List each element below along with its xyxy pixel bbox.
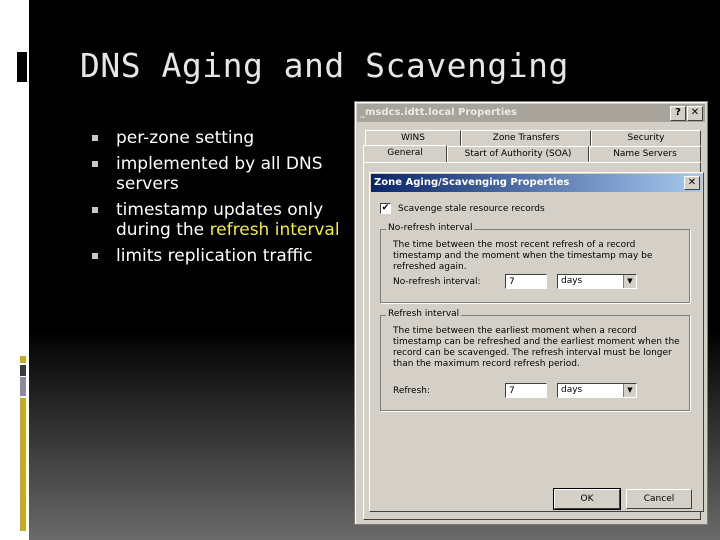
refresh-field-label: Refresh: (393, 386, 431, 396)
scavenge-checkbox[interactable]: ✔ (380, 203, 391, 214)
tab-name-servers[interactable]: Name Servers (589, 146, 701, 162)
dialog-titlebar: Zone Aging/Scavenging Properties (371, 174, 702, 192)
accent-bar-main (20, 398, 26, 531)
dropdown-arrow-icon[interactable]: ▼ (623, 275, 636, 288)
bullet-square-icon (92, 207, 98, 213)
bullet-list: per-zone setting implemented by all DNS … (92, 128, 342, 272)
accent-bar-grey (20, 377, 26, 396)
no-refresh-description: The time between the most recent refresh… (393, 240, 653, 272)
highlighted-term: refresh interval (209, 220, 340, 240)
bullet-item: limits replication traffic (92, 246, 342, 266)
refresh-group-label: Refresh interval (386, 309, 462, 319)
tab-security[interactable]: Security (591, 130, 701, 146)
dialog-title: Zone Aging/Scavenging Properties (374, 177, 570, 188)
no-refresh-field-label: No-refresh interval: (393, 277, 481, 287)
window-titlebar: _msdcs.idtt.local Properties ? ✕ (357, 104, 705, 122)
bullet-item: timestamp updates only during the refres… (92, 200, 342, 240)
cancel-button[interactable]: Cancel (626, 489, 692, 509)
accent-bar-top (20, 356, 26, 363)
no-refresh-group: No-refresh interval The time between the… (380, 223, 690, 303)
accent-bar-dark (20, 365, 26, 376)
bullet-item: per-zone setting (92, 128, 342, 148)
tab-start-of-authority[interactable]: Start of Authority (SOA) (447, 146, 589, 162)
tab-general[interactable]: General (363, 145, 447, 163)
tab-zone-transfers[interactable]: Zone Transfers (461, 130, 591, 146)
ok-button[interactable]: OK (553, 488, 621, 510)
title-marker (17, 52, 27, 82)
scavenge-checkbox-row[interactable]: ✔ Scavenge stale resource records (380, 203, 545, 214)
no-refresh-group-label: No-refresh interval (386, 223, 475, 233)
bullet-square-icon (92, 135, 98, 141)
dialog-close-button[interactable]: ✕ (684, 176, 700, 190)
refresh-description: The time between the earliest moment whe… (393, 326, 680, 369)
refresh-group: Refresh interval The time between the ea… (380, 309, 690, 411)
help-button[interactable]: ? (670, 106, 686, 121)
tab-wins[interactable]: WINS (365, 130, 461, 146)
scavenge-checkbox-label[interactable]: Scavenge stale resource records (398, 204, 545, 214)
window-title: _msdcs.idtt.local Properties (360, 107, 517, 118)
dropdown-arrow-icon[interactable]: ▼ (623, 384, 636, 397)
zone-aging-dialog: Zone Aging/Scavenging Properties ✕ ✔ Sca… (369, 172, 704, 512)
bullet-square-icon (92, 253, 98, 259)
no-refresh-value-input[interactable]: 7 (505, 274, 547, 289)
close-button[interactable]: ✕ (687, 106, 703, 121)
bullet-square-icon (92, 161, 98, 167)
bullet-item: implemented by all DNS servers (92, 154, 342, 194)
refresh-value-input[interactable]: 7 (505, 383, 547, 398)
slide-title: DNS Aging and Scavenging (80, 46, 569, 85)
no-refresh-unit-select[interactable]: days ▼ (557, 274, 637, 289)
refresh-unit-select[interactable]: days ▼ (557, 383, 637, 398)
